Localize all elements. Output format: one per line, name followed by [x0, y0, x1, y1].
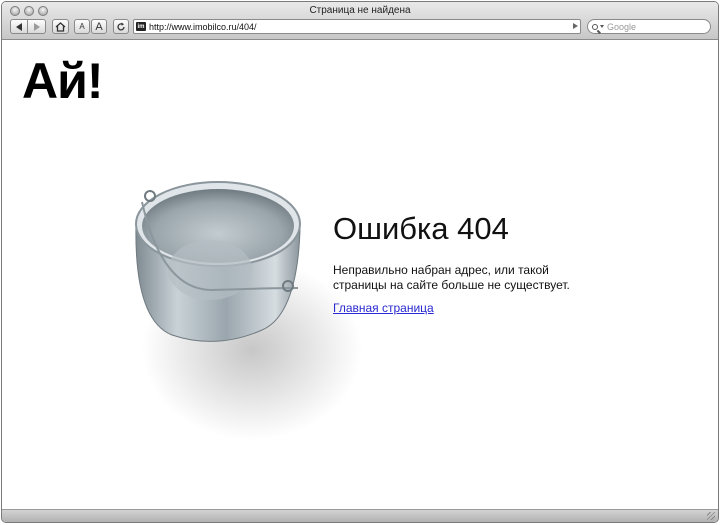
forward-arrow-icon — [33, 22, 40, 31]
search-field[interactable]: Google — [587, 19, 711, 34]
home-page-link[interactable]: Главная страница — [333, 301, 434, 315]
error-description: Неправильно набран адрес, или такой стра… — [333, 263, 570, 292]
text-smaller-button[interactable]: A — [74, 19, 90, 34]
error-title: Ошибка 404 — [333, 211, 509, 246]
navigation-buttons — [10, 19, 46, 34]
window-title: Страница не найдена — [309, 5, 411, 16]
page-heading: Ай! — [22, 53, 103, 109]
toolbar: A A im http://www.imobilco.ru/404/ Googl… — [2, 19, 718, 35]
address-bar[interactable]: im http://www.imobilco.ru/404/ — [133, 19, 581, 34]
back-button[interactable] — [10, 19, 28, 34]
site-favicon-icon: im — [136, 22, 146, 31]
status-bar — [2, 509, 718, 522]
text-bigger-button[interactable]: A — [91, 19, 107, 34]
reload-icon — [117, 22, 125, 31]
browser-window: Страница не найдена A A im http://www.im… — [1, 1, 719, 523]
back-arrow-icon — [16, 22, 22, 31]
bucket-image — [135, 181, 362, 440]
home-icon — [55, 21, 66, 32]
page-content: Ай! Ошибка 404 Неправильно набран адрес,… — [2, 40, 718, 510]
address-text: http://www.imobilco.ru/404/ — [149, 21, 257, 32]
forward-button[interactable] — [28, 19, 46, 34]
search-menu-chevron-icon[interactable] — [600, 25, 604, 28]
home-button[interactable] — [52, 19, 69, 34]
resize-grip-icon[interactable] — [707, 512, 715, 520]
address-go-icon[interactable] — [573, 23, 578, 29]
search-placeholder: Google — [607, 21, 637, 32]
reload-button[interactable] — [113, 19, 129, 34]
search-icon — [592, 23, 598, 30]
title-bar: Страница не найдена A A im http://www.im… — [2, 2, 718, 40]
